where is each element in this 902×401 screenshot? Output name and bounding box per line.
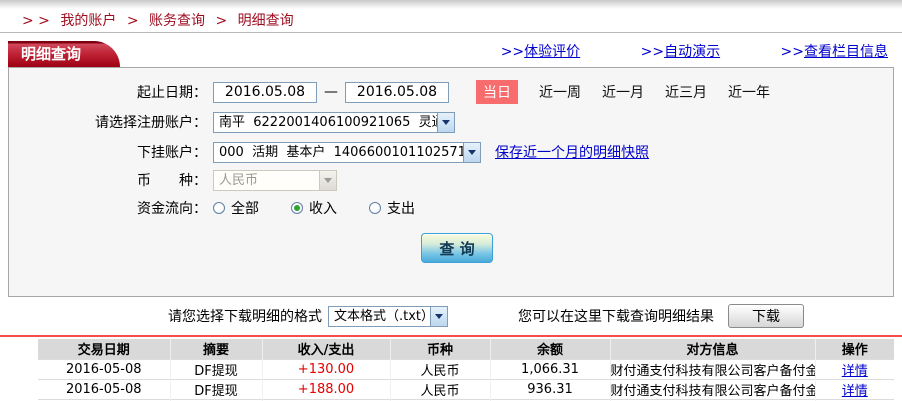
radio-icon — [291, 202, 303, 214]
link-prefix: >> — [500, 44, 525, 60]
download-format-label: 请您选择下载明细的格式 — [168, 309, 322, 325]
tab-detail-query: 明细查询 — [8, 41, 120, 67]
query-button[interactable]: 查 询 — [421, 233, 493, 263]
fund-flow-label: 资金流向： — [137, 201, 207, 217]
view-column-info-link[interactable]: >>查看栏目信息 — [781, 44, 888, 60]
quick-link-last-3-months[interactable]: 近三月 — [665, 82, 707, 102]
sub-account-select[interactable]: 000 活期 基本户 1406600101102571848 — [213, 141, 481, 163]
sub-account-label: 下挂账户： — [137, 145, 207, 161]
table-row: 2016-05-08 DF提现 +130.00 人民币 1,066.31 财付通… — [38, 358, 894, 379]
radio-icon — [213, 202, 225, 214]
breadcrumb-prefix: > > — [22, 13, 50, 29]
date-range-label: 起止日期： — [137, 85, 207, 101]
currency-label: 币 种： — [137, 173, 207, 189]
detail-link[interactable]: 详情 — [842, 384, 868, 399]
table-row: 2016-05-08 DF提现 +188.00 人民币 936.31 财付通支付… — [38, 378, 894, 399]
register-account-label: 请选择注册账户： — [95, 115, 207, 131]
detail-link[interactable]: 详情 — [842, 364, 868, 379]
table-header-row: 交易日期 摘要 收入/支出 币种 余额 对方信息 操作 — [38, 339, 894, 359]
experience-rating-link[interactable]: >>体验评价 — [501, 44, 580, 60]
query-form-panel: 起止日期： — 当日 近一周 近一月 近三月 近一年 请选择注册账户： 南平 6… — [8, 67, 894, 297]
auto-demo-link[interactable]: >>自动演示 — [641, 44, 720, 60]
breadcrumb: > > 我的账户 > 账务查询 > 明细查询 — [0, 9, 902, 33]
col-amount: 收入/支出 — [262, 339, 391, 359]
fund-flow-row: 资金流向： 全部 收入 支出 — [9, 197, 893, 219]
date-range-row: 起止日期： — 当日 近一周 近一月 近三月 近一年 — [9, 80, 893, 104]
radio-flow-expense[interactable]: 支出 — [369, 198, 415, 218]
download-row: 请您选择下载明细的格式 文本格式（.txt） 您可以在这里下载查询明细结果 下载 — [168, 303, 902, 329]
col-date: 交易日期 — [38, 339, 171, 359]
link-prefix: >> — [780, 44, 804, 60]
start-date-input[interactable] — [213, 81, 317, 103]
currency-select-disabled: 人民币 — [213, 169, 337, 191]
dropdown-arrow-icon[interactable] — [463, 142, 480, 162]
quick-link-last-month[interactable]: 近一月 — [602, 82, 644, 102]
save-snapshot-link[interactable]: 保存近一个月的明细快照 — [495, 142, 649, 162]
currency-row: 币 种： 人民币 — [9, 169, 893, 191]
results-table: 交易日期 摘要 收入/支出 币种 余额 对方信息 操作 2016-05-08 D… — [38, 339, 894, 401]
breadcrumb-item-account-query[interactable]: 账务查询 — [149, 13, 205, 29]
col-action: 操作 — [815, 339, 894, 359]
end-date-input[interactable] — [345, 81, 449, 103]
breadcrumb-item-detail-query[interactable]: 明细查询 — [238, 13, 294, 29]
dropdown-arrow-icon — [319, 170, 336, 190]
radio-flow-all[interactable]: 全部 — [213, 198, 259, 218]
download-button[interactable]: 下载 — [728, 304, 804, 328]
today-badge[interactable]: 当日 — [476, 80, 518, 104]
register-account-select[interactable]: 南平 6222001406100921065 灵通卡 — [213, 111, 455, 133]
red-divider — [0, 335, 902, 337]
sub-account-row: 下挂账户： 000 活期 基本户 1406600101102571848 保存近… — [9, 141, 893, 163]
quick-link-last-year[interactable]: 近一年 — [728, 82, 770, 102]
radio-icon — [369, 202, 381, 214]
col-summary: 摘要 — [170, 339, 263, 359]
header-links: >>体验评价 >>自动演示 >>查看栏目信息 — [445, 41, 888, 61]
dropdown-arrow-icon[interactable] — [430, 306, 447, 326]
download-hint: 您可以在这里下载查询明细结果 — [518, 309, 714, 325]
breadcrumb-separator: > — [215, 13, 228, 29]
radio-flow-income[interactable]: 收入 — [291, 198, 337, 218]
top-gradient-strip — [0, 0, 902, 9]
register-account-row: 请选择注册账户： 南平 6222001406100921065 灵通卡 — [9, 111, 893, 133]
breadcrumb-separator: > — [126, 13, 139, 29]
link-prefix: >> — [640, 44, 665, 60]
date-dash: — — [324, 84, 338, 100]
dropdown-arrow-icon[interactable] — [437, 112, 454, 132]
col-balance: 余额 — [490, 339, 611, 359]
quick-link-last-week[interactable]: 近一周 — [539, 82, 581, 102]
download-format-select[interactable]: 文本格式（.txt） — [328, 305, 448, 327]
section-header: 明细查询 >>体验评价 >>自动演示 >>查看栏目信息 — [0, 33, 902, 67]
col-counterparty: 对方信息 — [610, 339, 816, 359]
col-currency: 币种 — [390, 339, 491, 359]
breadcrumb-item-my-account[interactable]: 我的账户 — [60, 13, 116, 29]
